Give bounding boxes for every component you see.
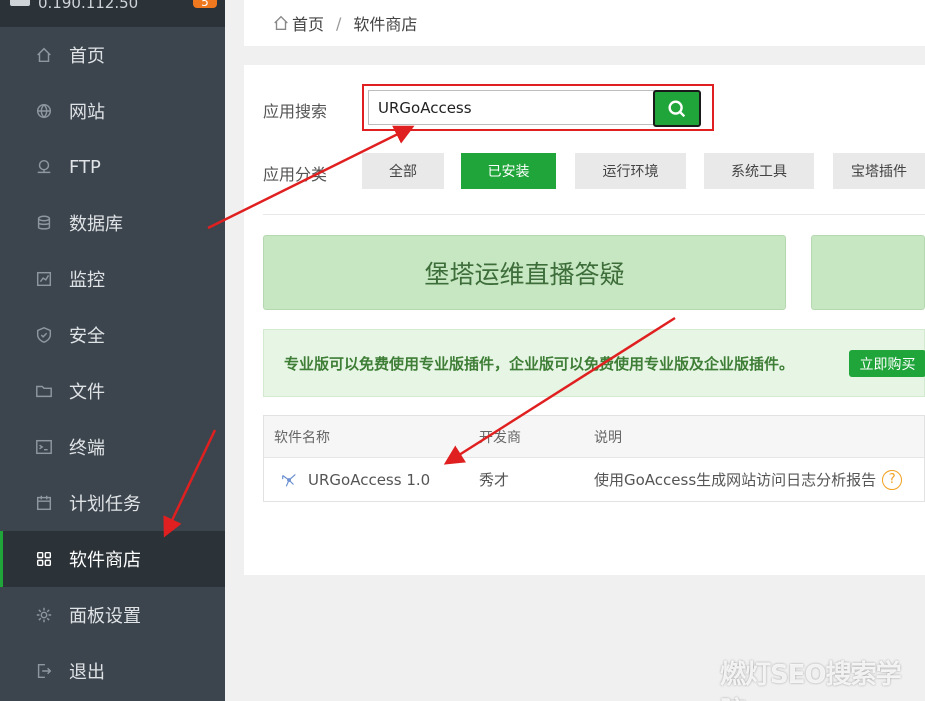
database-icon: [33, 212, 55, 234]
sidebar-item-label: 首页: [69, 46, 105, 67]
sidebar-item-label: 文件: [69, 382, 105, 403]
sidebar-item-label: 面板设置: [69, 606, 141, 627]
sidebar-nav: 首页 网站 FTP 数据库 监控 安全 文件 终端 计划任务 软件商店 面板设置…: [0, 27, 225, 699]
shield-icon: [33, 324, 55, 346]
sidebar-item-files[interactable]: 文件: [0, 363, 225, 419]
urgoaccess-app-icon: [280, 471, 298, 489]
folder-icon: [33, 380, 55, 402]
category-label: 应用分类: [263, 165, 328, 184]
sidebar-item-database[interactable]: 数据库: [0, 195, 225, 251]
help-icon[interactable]: ?: [882, 469, 903, 490]
table-row[interactable]: URGoAccess 1.0 秀才 使用GoAccess生成网站访问日志分析报告…: [264, 458, 924, 501]
search-icon: [668, 99, 686, 117]
grid-icon: [33, 548, 55, 570]
software-developer: 秀才: [479, 471, 510, 489]
divider: [263, 214, 925, 215]
software-name: URGoAccess 1.0: [308, 470, 431, 489]
category-system-tools[interactable]: 系统工具: [704, 153, 814, 189]
globe-icon: [33, 100, 55, 122]
sidebar-item-security[interactable]: 安全: [0, 307, 225, 363]
breadcrumb-separator: /: [336, 13, 342, 33]
live-qa-banner[interactable]: 堡塔运维直播答疑: [263, 235, 786, 310]
sidebar-item-website[interactable]: 网站: [0, 83, 225, 139]
sidebar-item-logout[interactable]: 退出: [0, 643, 225, 699]
search-button[interactable]: [653, 90, 701, 127]
sidebar-item-label: 安全: [69, 326, 105, 347]
notice-text: 专业版可以免费使用专业版插件，企业版可以免费使用专业版及企业版插件。: [284, 354, 795, 373]
software-store-panel: 应用搜索 应用分类 全部 已安装 运行环境 系统工具 宝塔插件 堡塔运维直播答疑…: [244, 65, 925, 575]
gear-icon: [33, 604, 55, 626]
watermark: 燃灯SEO搜索学院: [720, 660, 902, 701]
software-description: 使用GoAccess生成网站访问日志分析报告: [594, 471, 877, 489]
sidebar-item-store[interactable]: 软件商店: [0, 531, 225, 587]
software-name-cell: URGoAccess 1.0: [280, 458, 430, 501]
sidebar-item-label: FTP: [69, 156, 101, 178]
logout-icon: [33, 660, 55, 682]
sidebar-item-label: 软件商店: [69, 550, 141, 571]
category-bt-plugins[interactable]: 宝塔插件: [833, 153, 925, 189]
sidebar-item-monitor[interactable]: 监控: [0, 251, 225, 307]
search-label: 应用搜索: [263, 102, 328, 121]
server-icon: [10, 0, 30, 6]
secondary-banner[interactable]: [811, 235, 925, 310]
breadcrumb-home[interactable]: 首页: [292, 11, 324, 35]
ftp-icon: [33, 156, 55, 178]
sidebar-item-terminal[interactable]: 终端: [0, 419, 225, 475]
col-name: 软件名称: [274, 429, 330, 446]
software-description-cell: 使用GoAccess生成网站访问日志分析报告 ?: [594, 458, 903, 501]
search-input[interactable]: [368, 90, 658, 125]
breadcrumb: 首页 / 软件商店: [244, 0, 925, 46]
monitor-chart-icon: [33, 268, 55, 290]
sidebar-item-label: 网站: [69, 102, 105, 123]
notification-badge[interactable]: 5: [193, 0, 217, 9]
terminal-icon: [33, 436, 55, 458]
table-header: 软件名称 开发商 说明: [264, 416, 924, 458]
sidebar-item-home[interactable]: 首页: [0, 27, 225, 83]
host-ip: 0.190.112.50: [38, 0, 139, 12]
home-icon: [33, 44, 55, 66]
calendar-icon: [33, 492, 55, 514]
search-highlight-box: [362, 84, 714, 131]
sidebar-item-label: 计划任务: [69, 494, 141, 515]
col-developer: 开发商: [479, 429, 521, 446]
sidebar: 0.190.112.50 5 首页 网站 FTP 数据库 监控 安全 文件 终端…: [0, 0, 225, 701]
sidebar-item-label: 监控: [69, 270, 105, 291]
sidebar-item-label: 终端: [69, 438, 105, 459]
sidebar-item-label: 数据库: [69, 214, 123, 235]
sidebar-item-cron[interactable]: 计划任务: [0, 475, 225, 531]
sidebar-item-ftp[interactable]: FTP: [0, 139, 225, 195]
sidebar-item-label: 退出: [69, 662, 105, 683]
breadcrumb-current: 软件商店: [353, 15, 418, 34]
category-all[interactable]: 全部: [362, 153, 444, 189]
license-notice: 专业版可以免费使用专业版插件，企业版可以免费使用专业版及企业版插件。 立即购买: [263, 329, 925, 397]
category-runtime[interactable]: 运行环境: [575, 153, 686, 189]
category-installed[interactable]: 已安装: [461, 153, 556, 189]
home-icon: [272, 14, 290, 32]
col-description: 说明: [594, 429, 622, 446]
software-table: 软件名称 开发商 说明 URGoAccess 1.0 秀才 使用GoAccess…: [263, 415, 925, 502]
sidebar-header: 0.190.112.50 5: [0, 0, 225, 27]
sidebar-item-settings[interactable]: 面板设置: [0, 587, 225, 643]
buy-now-button[interactable]: 立即购买: [849, 350, 925, 377]
